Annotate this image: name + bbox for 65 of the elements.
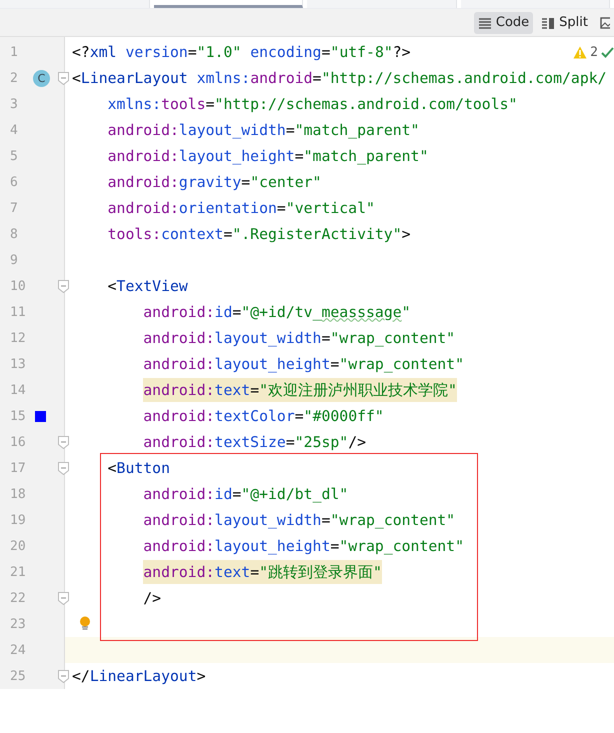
code-line: android:gravity="center" [108,174,322,190]
lightbulb-icon[interactable] [79,616,91,631]
editor-tab[interactable] [154,0,303,8]
line-number: 12 [9,330,27,346]
code-line: <?xml version="1.0" encoding="utf-8"?> [72,44,411,60]
code-line: <LinearLayout xmlns:android="http://schemas.android.com/apk/ [72,70,607,86]
line-number: 9 [9,252,19,268]
line-number: 2 [9,70,19,86]
code-line: android:layout_width="match_parent" [108,122,420,138]
fold-icon[interactable] [58,670,69,683]
line-number: 10 [9,278,27,294]
color-swatch[interactable] [35,410,46,422]
split-mode-button[interactable]: Split [537,12,592,34]
code-line: xmlns:tools="http://schemas.android.com/tools" [108,96,518,112]
warning-icon[interactable] [573,46,588,59]
line-number: 20 [9,538,27,554]
line-number: 15 [9,408,27,424]
line-number: 18 [9,486,27,502]
line-number: 22 [9,590,27,606]
code-mode-button[interactable]: Code [474,12,534,34]
code-line: android:layout_height="wrap_content" [143,356,464,372]
fold-icon[interactable] [58,280,69,293]
code-line: android:id="@+id/bt_dl" [143,486,348,502]
fold-icon[interactable] [58,436,69,449]
code-line: android:layout_height="wrap_content" [143,538,464,554]
code-line: <TextView [108,278,188,294]
line-number: 14 [9,382,27,398]
line-number: 16 [9,434,27,450]
image-icon [600,16,610,28]
line-number: 11 [9,304,27,320]
line-number: 21 [9,564,27,580]
code-line: android:id="@+id/tv_measssage" [143,304,411,320]
code-line: android:layout_width="wrap_content" [143,330,456,346]
code-line: </LinearLayout> [72,668,206,684]
line-number: 24 [9,642,27,658]
lines-icon [478,16,492,28]
class-badge[interactable]: C [33,70,50,86]
fold-icon[interactable] [58,592,69,605]
line-number: 1 [9,44,19,60]
line-number: 8 [9,226,19,242]
line-number: 19 [9,512,27,528]
code-line: android:orientation="vertical" [108,200,375,216]
line-number: 3 [9,96,19,112]
code-line: tools:context=".RegisterActivity"> [108,226,411,242]
line-number: 25 [9,668,27,684]
fold-icon[interactable] [58,462,69,475]
code-line: android:text="欢迎注册泸州职业技术学院" [143,380,457,400]
line-number: 6 [9,174,19,190]
line-number: 23 [9,616,27,632]
warning-count[interactable]: 2 [590,45,598,60]
line-number: 4 [9,122,19,138]
code-line: /> [143,590,162,606]
line-number: 7 [9,200,19,216]
code-line: android:layout_height="match_parent" [108,148,428,164]
line-number: 13 [9,356,27,372]
code-line: android:textSize="25sp"/> [143,434,366,450]
code-line: <Button [108,460,170,476]
code-line: android:text="跳转到登录界面" [143,562,382,582]
split-view-icon [541,16,556,28]
line-number: 5 [9,148,19,164]
line-number: 17 [9,460,27,476]
code-line: android:layout_width="wrap_content" [143,512,456,528]
code-line: android:textColor="#0000ff" [143,408,384,424]
fold-icon[interactable] [58,72,69,85]
checkmark-icon[interactable] [601,46,614,59]
